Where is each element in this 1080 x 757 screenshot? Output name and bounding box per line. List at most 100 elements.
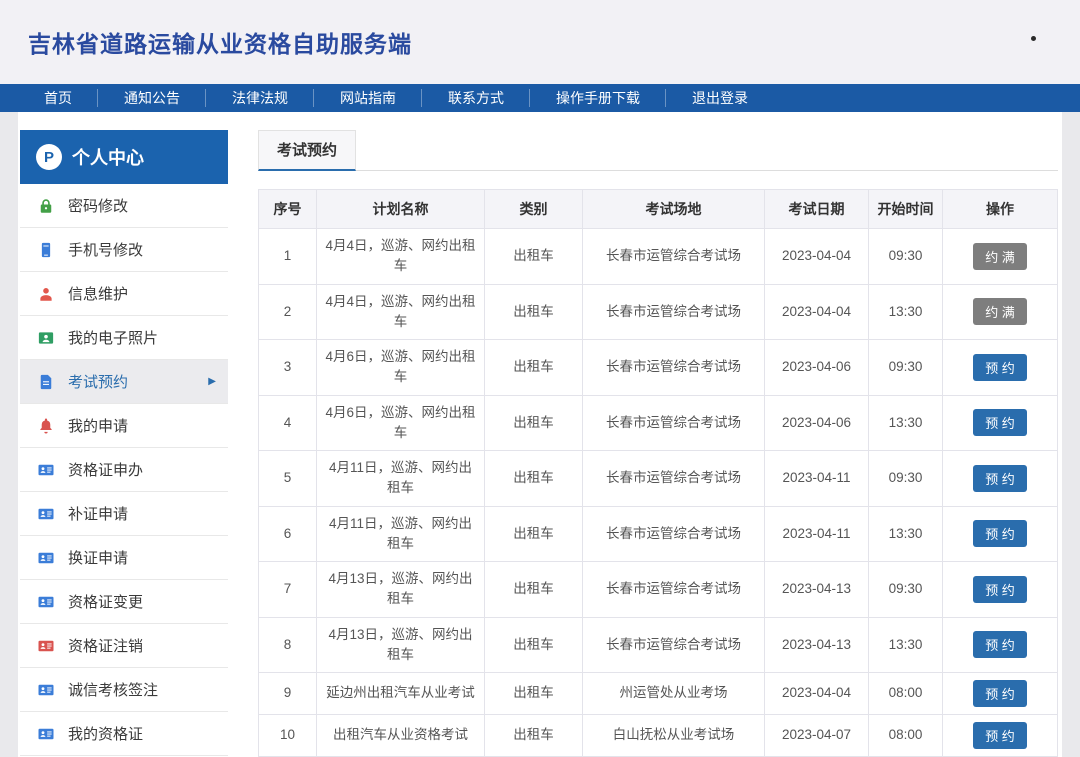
cell-category: 出租车 xyxy=(485,395,583,451)
sidebar-header: P 个人中心 xyxy=(20,130,228,184)
exam-table: 序号计划名称类别考试场地考试日期开始时间操作 14月4日，巡游、网约出租车出租车… xyxy=(258,189,1058,757)
sidebar-item-label: 我的申请 xyxy=(68,415,128,436)
cell-venue: 长春市运管综合考试场 xyxy=(583,284,765,340)
cell-no: 8 xyxy=(259,617,317,673)
bell-icon xyxy=(36,416,56,436)
cell-time: 09:30 xyxy=(869,451,943,507)
id-card-icon xyxy=(36,636,56,656)
reserve-button[interactable]: 预 约 xyxy=(973,680,1027,707)
cell-no: 9 xyxy=(259,673,317,715)
reserve-button[interactable]: 预 约 xyxy=(973,576,1027,603)
cell-venue: 长春市运管综合考试场 xyxy=(583,617,765,673)
cell-no: 1 xyxy=(259,229,317,285)
cell-time: 09:30 xyxy=(869,562,943,618)
cell-date: 2023-04-11 xyxy=(765,451,869,507)
nav-item-site-guide[interactable]: 网站指南 xyxy=(314,84,422,112)
sidebar-item-exam-reservation[interactable]: 考试预约▶ xyxy=(20,360,228,404)
id-card-icon xyxy=(36,460,56,480)
cell-venue: 长春市运管综合考试场 xyxy=(583,562,765,618)
cell-date: 2023-04-13 xyxy=(765,562,869,618)
id-card-icon xyxy=(36,548,56,568)
cell-action: 预 约 xyxy=(943,617,1058,673)
reserve-button[interactable]: 预 约 xyxy=(973,520,1027,547)
cell-no: 5 xyxy=(259,451,317,507)
sidebar-item-certificate-application[interactable]: 资格证申办 xyxy=(20,448,228,492)
cell-date: 2023-04-11 xyxy=(765,506,869,562)
phone-edit-icon xyxy=(36,240,56,260)
fully-booked-button[interactable]: 约 满 xyxy=(973,243,1027,270)
sidebar-item-info-maintenance[interactable]: 信息维护 xyxy=(20,272,228,316)
reserve-button[interactable]: 预 约 xyxy=(973,354,1027,381)
cell-time: 13:30 xyxy=(869,395,943,451)
exam-table-wrap: 序号计划名称类别考试场地考试日期开始时间操作 14月4日，巡游、网约出租车出租车… xyxy=(258,189,1058,757)
sidebar-item-certificate-cancellation[interactable]: 资格证注销 xyxy=(20,624,228,668)
cell-time: 13:30 xyxy=(869,284,943,340)
cell-date: 2023-04-04 xyxy=(765,284,869,340)
cell-category: 出租车 xyxy=(485,506,583,562)
reserve-button[interactable]: 预 约 xyxy=(973,722,1027,749)
cell-action: 预 约 xyxy=(943,673,1058,715)
sidebar-item-phone-change[interactable]: 手机号修改 xyxy=(20,228,228,272)
sidebar-item-integrity-endorsement[interactable]: 诚信考核签注 xyxy=(20,668,228,712)
id-card-icon xyxy=(36,592,56,612)
cell-time: 09:30 xyxy=(869,229,943,285)
corner-dot xyxy=(1031,36,1036,41)
cell-action: 预 约 xyxy=(943,395,1058,451)
nav-item-home[interactable]: 首页 xyxy=(18,84,98,112)
sidebar-item-certificate-change[interactable]: 资格证变更 xyxy=(20,580,228,624)
table-row: 14月4日，巡游、网约出租车出租车长春市运管综合考试场2023-04-0409:… xyxy=(259,229,1058,285)
cell-plan: 4月13日，巡游、网约出租车 xyxy=(317,617,485,673)
sidebar-item-my-photo[interactable]: 我的电子照片 xyxy=(20,316,228,360)
reserve-button[interactable]: 预 约 xyxy=(973,409,1027,436)
cell-plan: 4月6日，巡游、网约出租车 xyxy=(317,340,485,396)
sidebar-item-replacement-application[interactable]: 补证申请 xyxy=(20,492,228,536)
photo-icon xyxy=(36,328,56,348)
table-row: 64月11日，巡游、网约出租车出租车长春市运管综合考试场2023-04-1113… xyxy=(259,506,1058,562)
cell-action: 预 约 xyxy=(943,340,1058,396)
cell-plan: 延边州出租汽车从业考试 xyxy=(317,673,485,715)
cell-date: 2023-04-07 xyxy=(765,715,869,757)
sidebar: P 个人中心 密码修改手机号修改信息维护我的电子照片考试预约▶ 我的申请资格证申办… xyxy=(20,130,228,757)
cell-action: 预 约 xyxy=(943,715,1058,757)
column-header: 类别 xyxy=(485,190,583,229)
sidebar-item-password-change[interactable]: 密码修改 xyxy=(20,184,228,228)
nav-item-logout[interactable]: 退出登录 xyxy=(666,84,774,112)
cell-venue: 州运管处从业考场 xyxy=(583,673,765,715)
cell-date: 2023-04-06 xyxy=(765,340,869,396)
id-card-icon xyxy=(36,680,56,700)
table-row: 44月6日，巡游、网约出租车出租车长春市运管综合考试场2023-04-0613:… xyxy=(259,395,1058,451)
column-header: 操作 xyxy=(943,190,1058,229)
cell-category: 出租车 xyxy=(485,617,583,673)
table-row: 74月13日，巡游、网约出租车出租车长春市运管综合考试场2023-04-1309… xyxy=(259,562,1058,618)
id-card-icon xyxy=(36,504,56,524)
nav-item-manual-download[interactable]: 操作手册下载 xyxy=(530,84,666,112)
cell-no: 7 xyxy=(259,562,317,618)
fully-booked-button[interactable]: 约 满 xyxy=(973,298,1027,325)
cell-venue: 白山抚松从业考试场 xyxy=(583,715,765,757)
cell-no: 10 xyxy=(259,715,317,757)
cell-plan: 4月11日，巡游、网约出租车 xyxy=(317,451,485,507)
nav-item-notices[interactable]: 通知公告 xyxy=(98,84,206,112)
sidebar-item-renewal-application[interactable]: 换证申请 xyxy=(20,536,228,580)
nav-item-laws-regulations[interactable]: 法律法规 xyxy=(206,84,314,112)
column-header: 开始时间 xyxy=(869,190,943,229)
sidebar-item-my-certificate[interactable]: 我的资格证 xyxy=(20,712,228,756)
reserve-button[interactable]: 预 约 xyxy=(973,631,1027,658)
reserve-button[interactable]: 预 约 xyxy=(973,465,1027,492)
cell-no: 3 xyxy=(259,340,317,396)
table-body: 14月4日，巡游、网约出租车出租车长春市运管综合考试场2023-04-0409:… xyxy=(259,229,1058,757)
cell-date: 2023-04-04 xyxy=(765,673,869,715)
sidebar-item-my-applications[interactable]: 我的申请 xyxy=(20,404,228,448)
cell-no: 2 xyxy=(259,284,317,340)
cell-date: 2023-04-06 xyxy=(765,395,869,451)
cell-time: 08:00 xyxy=(869,715,943,757)
cell-no: 4 xyxy=(259,395,317,451)
cell-action: 约 满 xyxy=(943,229,1058,285)
cell-action: 约 满 xyxy=(943,284,1058,340)
cell-plan: 4月13日，巡游、网约出租车 xyxy=(317,562,485,618)
cell-plan: 4月4日，巡游、网约出租车 xyxy=(317,229,485,285)
column-header: 考试场地 xyxy=(583,190,765,229)
nav-item-contact[interactable]: 联系方式 xyxy=(422,84,530,112)
tab-exam-reservation[interactable]: 考试预约 xyxy=(258,130,356,171)
cell-time: 09:30 xyxy=(869,340,943,396)
